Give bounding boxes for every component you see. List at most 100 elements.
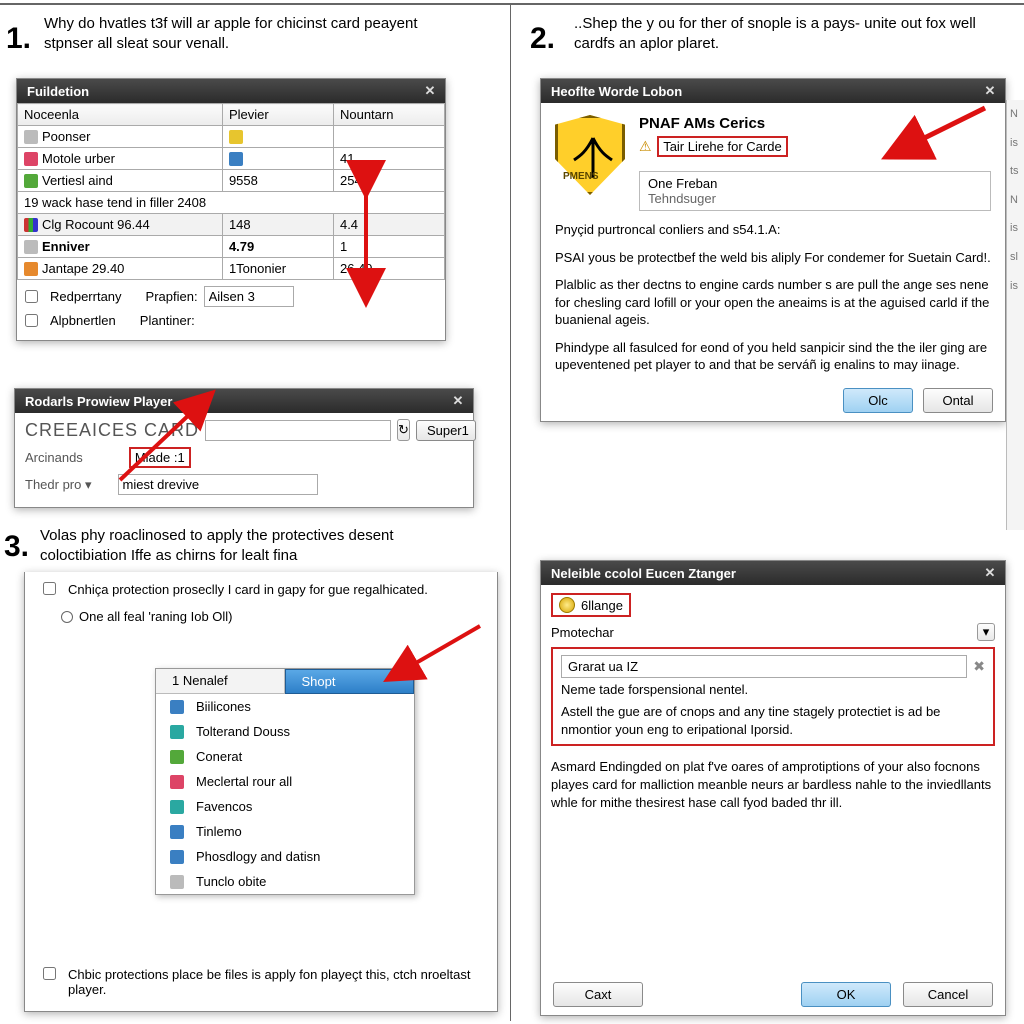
sub-line: One Freban xyxy=(648,176,982,191)
expand-icon[interactable]: ▾ xyxy=(977,623,995,641)
menu-tab-left[interactable]: 1 Nenalef xyxy=(156,669,285,694)
menu-tab-shopt[interactable]: Shopt xyxy=(285,669,415,694)
table-row[interactable]: Enniver 4.79 1 xyxy=(18,236,445,258)
menu-item-icon xyxy=(170,725,184,739)
col-0[interactable]: Noceenla xyxy=(18,104,223,126)
caxt-button[interactable]: Caxt xyxy=(553,982,643,1007)
cell: Enniver xyxy=(42,239,90,254)
opt-label: Alpbnertlen xyxy=(50,313,116,328)
menu-item-label: Favencos xyxy=(196,799,252,814)
cell: 4.4 xyxy=(333,214,444,236)
alert-title: Heoflte Worde Lobon xyxy=(551,84,682,99)
zanger-titlebar[interactable]: Neleible ccolol Eucen Ztanger ✕ xyxy=(541,561,1005,585)
cell: 19 wack hase tend in filler 2408 xyxy=(18,192,445,214)
row-icon xyxy=(229,130,243,144)
alert-titlebar[interactable]: Heoflte Worde Lobon ✕ xyxy=(541,79,1005,103)
grarat-input[interactable] xyxy=(561,655,967,678)
opt-field: Prapfien: xyxy=(146,289,198,304)
menu-item[interactable]: Tunclo obite xyxy=(156,869,414,894)
menu-item-label: Tolterand Douss xyxy=(196,724,290,739)
table-row[interactable]: Vertiesl aind 9558 2544 xyxy=(18,170,445,192)
cell: 9558 xyxy=(222,170,333,192)
z-line: Neme tade forspensional nentel. xyxy=(561,682,985,697)
preview-titlebar[interactable]: Rodarls Prowiew Player ✕ xyxy=(15,389,473,413)
close-icon[interactable]: ✕ xyxy=(981,564,999,582)
col-2[interactable]: Nountarn xyxy=(333,104,444,126)
protection-checkbox[interactable] xyxy=(43,582,56,595)
cell: Poonser xyxy=(42,129,90,144)
cell: 1 xyxy=(333,236,444,258)
opt-input[interactable] xyxy=(204,286,294,307)
cell: Clg Rocount 96.44 xyxy=(42,217,150,232)
warning-icon: ⚠ xyxy=(639,138,652,154)
clear-icon[interactable]: ✖ xyxy=(973,658,985,675)
menu-item[interactable]: Phosdlogy and datisn xyxy=(156,844,414,869)
table-row[interactable]: 19 wack hase tend in filler 2408 xyxy=(18,192,445,214)
fuildetion-table: Noceenla Plevier Nountarn Poonser Motole… xyxy=(17,103,445,280)
field-label[interactable]: Thedr pro ▾ xyxy=(25,477,92,493)
row-icon xyxy=(24,152,38,166)
fuildetion-titlebar[interactable]: Fuildetion ✕ xyxy=(17,79,445,103)
row-icon xyxy=(229,152,243,166)
table-row[interactable]: Poonser xyxy=(18,126,445,148)
step-1-number: 1. xyxy=(6,22,31,56)
panel3-dialog: Cnhiça protection proseclly I card in ga… xyxy=(24,572,498,1012)
alert-subtitle: Tair Lirehe for Carde xyxy=(657,136,788,157)
alert-para: Phindype all fasulced for eond of you he… xyxy=(555,339,991,374)
ontal-button[interactable]: Ontal xyxy=(923,388,993,413)
cell: Motole urber xyxy=(42,151,115,166)
menu-item[interactable]: Meclertal rour all xyxy=(156,769,414,794)
alert-para: Plalblic as ther dectns to engine cards … xyxy=(555,276,991,329)
zanger-title: Neleible ccolol Eucen Ztanger xyxy=(551,566,736,581)
bottom-label: Chbic protections place be files is appl… xyxy=(68,967,479,997)
menu-item[interactable]: Tinlemo xyxy=(156,819,414,844)
menu-item[interactable]: Favencos xyxy=(156,794,414,819)
z-line: Astell the gue are of cnops and any tine… xyxy=(561,703,985,738)
table-row[interactable]: Clg Rocount 96.44 148 4.4 xyxy=(18,214,445,236)
bottom-checkbox[interactable] xyxy=(43,967,56,980)
table-row[interactable]: Jantape 29.40 1Tononier 26.49 xyxy=(18,258,445,280)
col-1[interactable]: Plevier xyxy=(222,104,333,126)
menu-item-icon xyxy=(170,750,184,764)
opt-row: Redperrtany Prapfien: xyxy=(25,286,437,307)
menu-item[interactable]: Tolterand Douss xyxy=(156,719,414,744)
step-3-text: Volas phy roaclinosed to apply the prote… xyxy=(40,526,470,565)
preview-search-input[interactable] xyxy=(205,420,391,441)
zanger-row[interactable]: Pmotechar xyxy=(551,625,971,640)
opt-row: Alpbnertlen Plantiner: xyxy=(25,313,437,328)
field-input[interactable] xyxy=(118,474,318,495)
cancel-button[interactable]: Cancel xyxy=(903,982,993,1007)
cell: 4.79 xyxy=(229,239,254,254)
zanger-dialog: Neleible ccolol Eucen Ztanger ✕ 6llange … xyxy=(540,560,1006,1016)
shield-label: PMENS xyxy=(563,171,599,182)
close-icon[interactable]: ✕ xyxy=(449,392,467,410)
radio-icon[interactable] xyxy=(61,611,73,623)
table-row[interactable]: Motole urber 41 xyxy=(18,148,445,170)
alert-para: PSAI yous be protectbef the weld bis ali… xyxy=(555,249,991,267)
zanger-row[interactable]: 6llange xyxy=(581,598,623,613)
fuildetion-dialog: Fuildetion ✕ Noceenla Plevier Nountarn P… xyxy=(16,78,446,341)
menu-item-label: Tinlemo xyxy=(196,824,242,839)
preview-dialog: Rodarls Prowiew Player ✕ CREEAICES CARD … xyxy=(14,388,474,508)
cell: Jantape 29.40 xyxy=(42,261,124,276)
opt-field: Plantiner: xyxy=(140,313,195,328)
menu-item[interactable]: Conerat xyxy=(156,744,414,769)
context-menu: 1 Nenalef Shopt Biilicones Tolterand Dous… xyxy=(155,668,415,895)
step-3-number: 3. xyxy=(4,530,29,564)
menu-item-label: Phosdlogy and datisn xyxy=(196,849,320,864)
menu-item-icon xyxy=(170,825,184,839)
opt-check[interactable] xyxy=(25,290,38,303)
close-icon[interactable]: ✕ xyxy=(421,82,439,100)
cell: 148 xyxy=(222,214,333,236)
olc-button[interactable]: Olc xyxy=(843,388,913,413)
shield-icon xyxy=(555,115,625,195)
preview-heading: CREEAICES CARD xyxy=(25,420,199,441)
menu-item-icon xyxy=(170,800,184,814)
opt-check[interactable] xyxy=(25,314,38,327)
close-icon[interactable]: ✕ xyxy=(981,82,999,100)
top-rule xyxy=(0,3,1024,5)
ok-button[interactable]: OK xyxy=(801,982,891,1007)
refresh-icon[interactable]: ↻ xyxy=(397,419,410,441)
menu-item[interactable]: Biilicones xyxy=(156,694,414,719)
super-button[interactable]: Super1 xyxy=(416,420,476,441)
